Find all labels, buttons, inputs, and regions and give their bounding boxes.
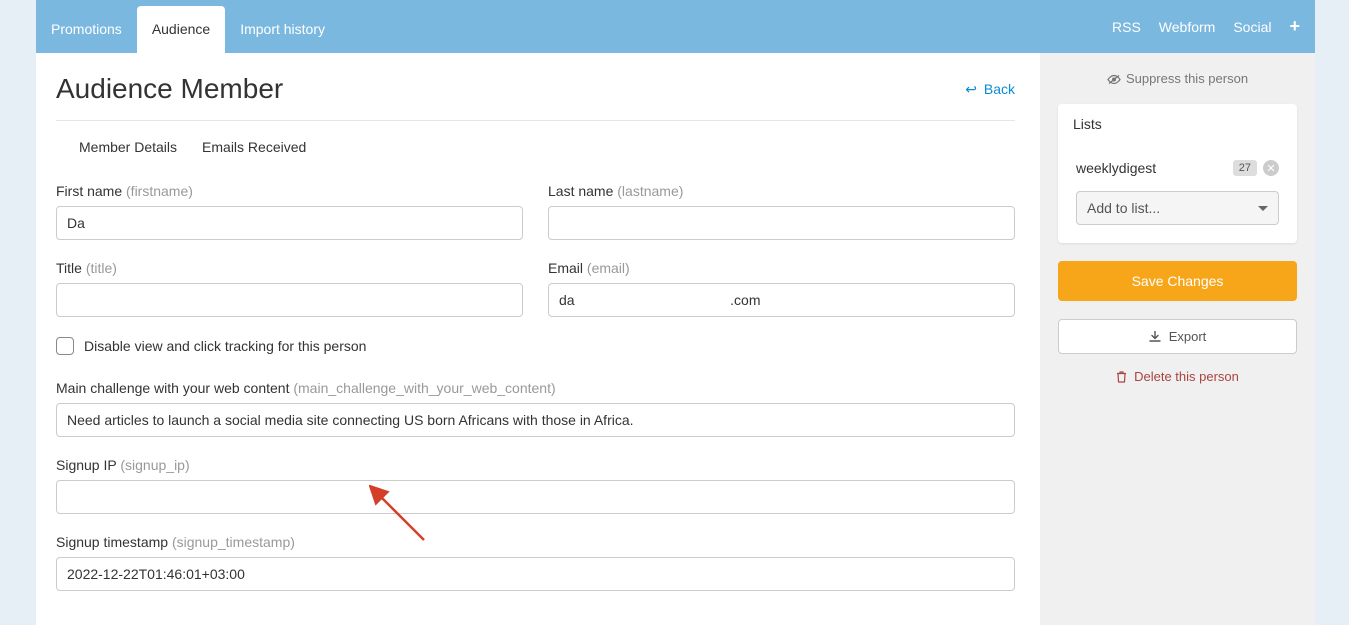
label-main-challenge: Main challenge with your web content (ma…: [56, 380, 1015, 396]
top-navigation: Promotions Audience Import history RSS W…: [36, 0, 1315, 53]
tab-audience[interactable]: Audience: [137, 6, 225, 53]
link-rss[interactable]: RSS: [1112, 19, 1141, 35]
lists-tab-header: Lists: [1058, 104, 1297, 145]
input-firstname[interactable]: [56, 206, 523, 240]
list-item-actions: 27 ✕: [1233, 160, 1279, 176]
label-title: Title (title): [56, 260, 523, 276]
tab-promotions[interactable]: Promotions: [36, 6, 137, 53]
tab-lists[interactable]: Lists: [1058, 104, 1117, 145]
group-title: Title (title): [56, 260, 523, 317]
back-arrow-icon: ↩: [965, 81, 977, 98]
input-signup-ip[interactable]: [56, 480, 1015, 514]
checkbox-disable-tracking[interactable]: [56, 337, 74, 355]
main-container: Audience Member ↩ Back Member Details Em…: [36, 53, 1315, 625]
input-title[interactable]: [56, 283, 523, 317]
label-firstname: First name (firstname): [56, 183, 523, 199]
input-signup-ts[interactable]: [56, 557, 1015, 591]
link-webform[interactable]: Webform: [1159, 19, 1216, 35]
group-lastname: Last name (lastname): [548, 183, 1015, 240]
row-title-email: Title (title) Email (email): [56, 260, 1015, 317]
row-name: First name (firstname) Last name (lastna…: [56, 183, 1015, 240]
top-right-links: RSS Webform Social +: [1112, 16, 1300, 37]
lists-panel: Lists weeklydigest 27 ✕ Add to list...: [1058, 104, 1297, 243]
tab-member-details[interactable]: Member Details: [79, 139, 177, 155]
page-title: Audience Member: [56, 73, 283, 105]
suppress-icon: [1107, 74, 1121, 85]
label-signup-ts: Signup timestamp (signup_timestamp): [56, 534, 1015, 550]
plus-icon[interactable]: +: [1289, 16, 1300, 37]
back-label: Back: [984, 81, 1015, 97]
export-button[interactable]: Export: [1058, 319, 1297, 354]
tab-import-history[interactable]: Import history: [225, 6, 340, 53]
group-main-challenge: Main challenge with your web content (ma…: [56, 380, 1015, 437]
back-link[interactable]: ↩ Back: [965, 81, 1015, 98]
content-area: Audience Member ↩ Back Member Details Em…: [36, 53, 1040, 625]
list-item-name[interactable]: weeklydigest: [1076, 160, 1156, 176]
label-lastname: Last name (lastname): [548, 183, 1015, 199]
page-header: Audience Member ↩ Back: [56, 73, 1015, 121]
group-firstname: First name (firstname): [56, 183, 523, 240]
group-signup-ip: Signup IP (signup_ip): [56, 457, 1015, 514]
lists-body: weeklydigest 27 ✕ Add to list...: [1058, 145, 1297, 243]
suppress-person-link[interactable]: Suppress this person: [1058, 71, 1297, 86]
save-changes-button[interactable]: Save Changes: [1058, 261, 1297, 301]
row-disable-tracking: Disable view and click tracking for this…: [56, 337, 1015, 355]
remove-list-icon[interactable]: ✕: [1263, 160, 1279, 176]
label-email: Email (email): [548, 260, 1015, 276]
input-main-challenge[interactable]: [56, 403, 1015, 437]
tab-emails-received[interactable]: Emails Received: [202, 139, 306, 155]
download-icon: [1149, 331, 1161, 343]
delete-person-link[interactable]: Delete this person: [1058, 369, 1297, 384]
sidebar: Suppress this person Lists weeklydigest …: [1040, 53, 1315, 625]
delete-label: Delete this person: [1134, 369, 1239, 384]
label-signup-ip: Signup IP (signup_ip): [56, 457, 1015, 473]
group-email: Email (email): [548, 260, 1015, 317]
trash-icon: [1116, 371, 1127, 383]
caret-down-icon: [1258, 206, 1268, 211]
list-count-badge: 27: [1233, 160, 1257, 176]
input-email[interactable]: [548, 283, 1015, 317]
inner-tabs: Member Details Emails Received: [79, 139, 1015, 155]
add-to-list-label: Add to list...: [1087, 200, 1160, 216]
list-item: weeklydigest 27 ✕: [1076, 160, 1279, 176]
add-to-list-dropdown[interactable]: Add to list...: [1076, 191, 1279, 225]
primary-tabs: Promotions Audience Import history: [36, 0, 340, 53]
group-signup-ts: Signup timestamp (signup_timestamp): [56, 534, 1015, 591]
label-disable-tracking: Disable view and click tracking for this…: [84, 338, 366, 354]
input-lastname[interactable]: [548, 206, 1015, 240]
export-label: Export: [1169, 329, 1207, 344]
link-social[interactable]: Social: [1233, 19, 1271, 35]
